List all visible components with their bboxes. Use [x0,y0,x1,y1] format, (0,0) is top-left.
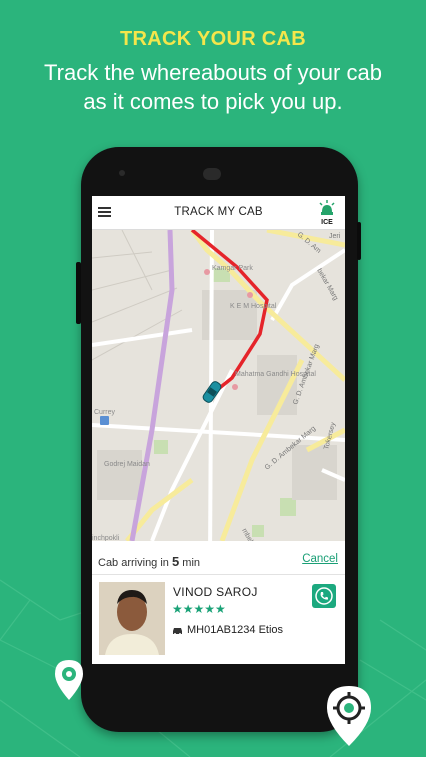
map-label-curry: Currey [94,409,116,416]
phone-volume-button [76,262,81,324]
siren-icon: ICE [319,200,335,226]
driver-card: VINOD SAROJ ★★★★★ MH01AB1234 Etios [92,576,345,664]
poi-icon [204,269,210,275]
park-area [154,440,168,454]
map-label-chinchpokli: inchpokli [92,535,120,541]
phone-icon [315,587,333,605]
phone-power-button [357,222,361,260]
park-area [252,525,264,537]
app-bar: TRACK MY CAB ICE [92,196,345,230]
map-label-kamgar: Kamgar Park [212,265,253,272]
poi-icon [232,384,238,390]
eta-prefix: Cab arriving in [98,557,169,569]
ice-label: ICE [321,219,333,226]
target-pin-icon [327,686,371,746]
driver-avatar [99,582,165,655]
promo-title: TRACK YOUR CAB [119,28,307,50]
call-driver-button[interactable] [312,584,336,608]
vehicle-model: Etios [258,624,284,636]
map-label-godrej: Godrej Maidan [104,461,150,468]
map-canvas: Kamgar Park K E M Hospital Mahatma Gandh… [92,227,345,567]
app-screen: TRACK MY CAB ICE Kamgar Park K E M Hospi… [92,196,345,664]
eta-bar: Cab arriving in 5 min Cancel [92,546,345,575]
phone-sensor [119,170,125,176]
car-icon [173,627,182,635]
ice-emergency-button[interactable]: ICE [317,200,337,226]
eta-text: Cab arriving in 5 min [98,554,200,569]
rail-line [129,229,175,542]
station-icon [100,416,109,425]
park-area [280,498,296,516]
map-label-road: G. D. Am [296,231,322,255]
driver-name: VINOD SAROJ [173,585,258,599]
map-label-road: bekar Marg [315,268,339,302]
eta-minutes: 5 [171,554,180,569]
phone-speaker [203,168,221,180]
cancel-button[interactable]: Cancel [302,553,338,565]
app-title: TRACK MY CAB [174,206,263,218]
map-label-jeri: Jeri [329,233,341,240]
map-label-kem: K E M Hospital [230,303,277,310]
map-view[interactable]: Kamgar Park K E M Hospital Mahatma Gandh… [92,227,345,567]
promo-subtitle: Track the whereabouts of your cab as it … [44,60,382,114]
vehicle-info: MH01AB1234 Etios [172,624,283,636]
rating-stars: ★★★★★ [172,602,226,616]
vehicle-number: MH01AB1234 [187,624,256,636]
poi-icon [247,292,253,298]
location-pin-icon [55,660,83,700]
eta-unit: min [182,557,201,569]
building-block [97,450,142,500]
